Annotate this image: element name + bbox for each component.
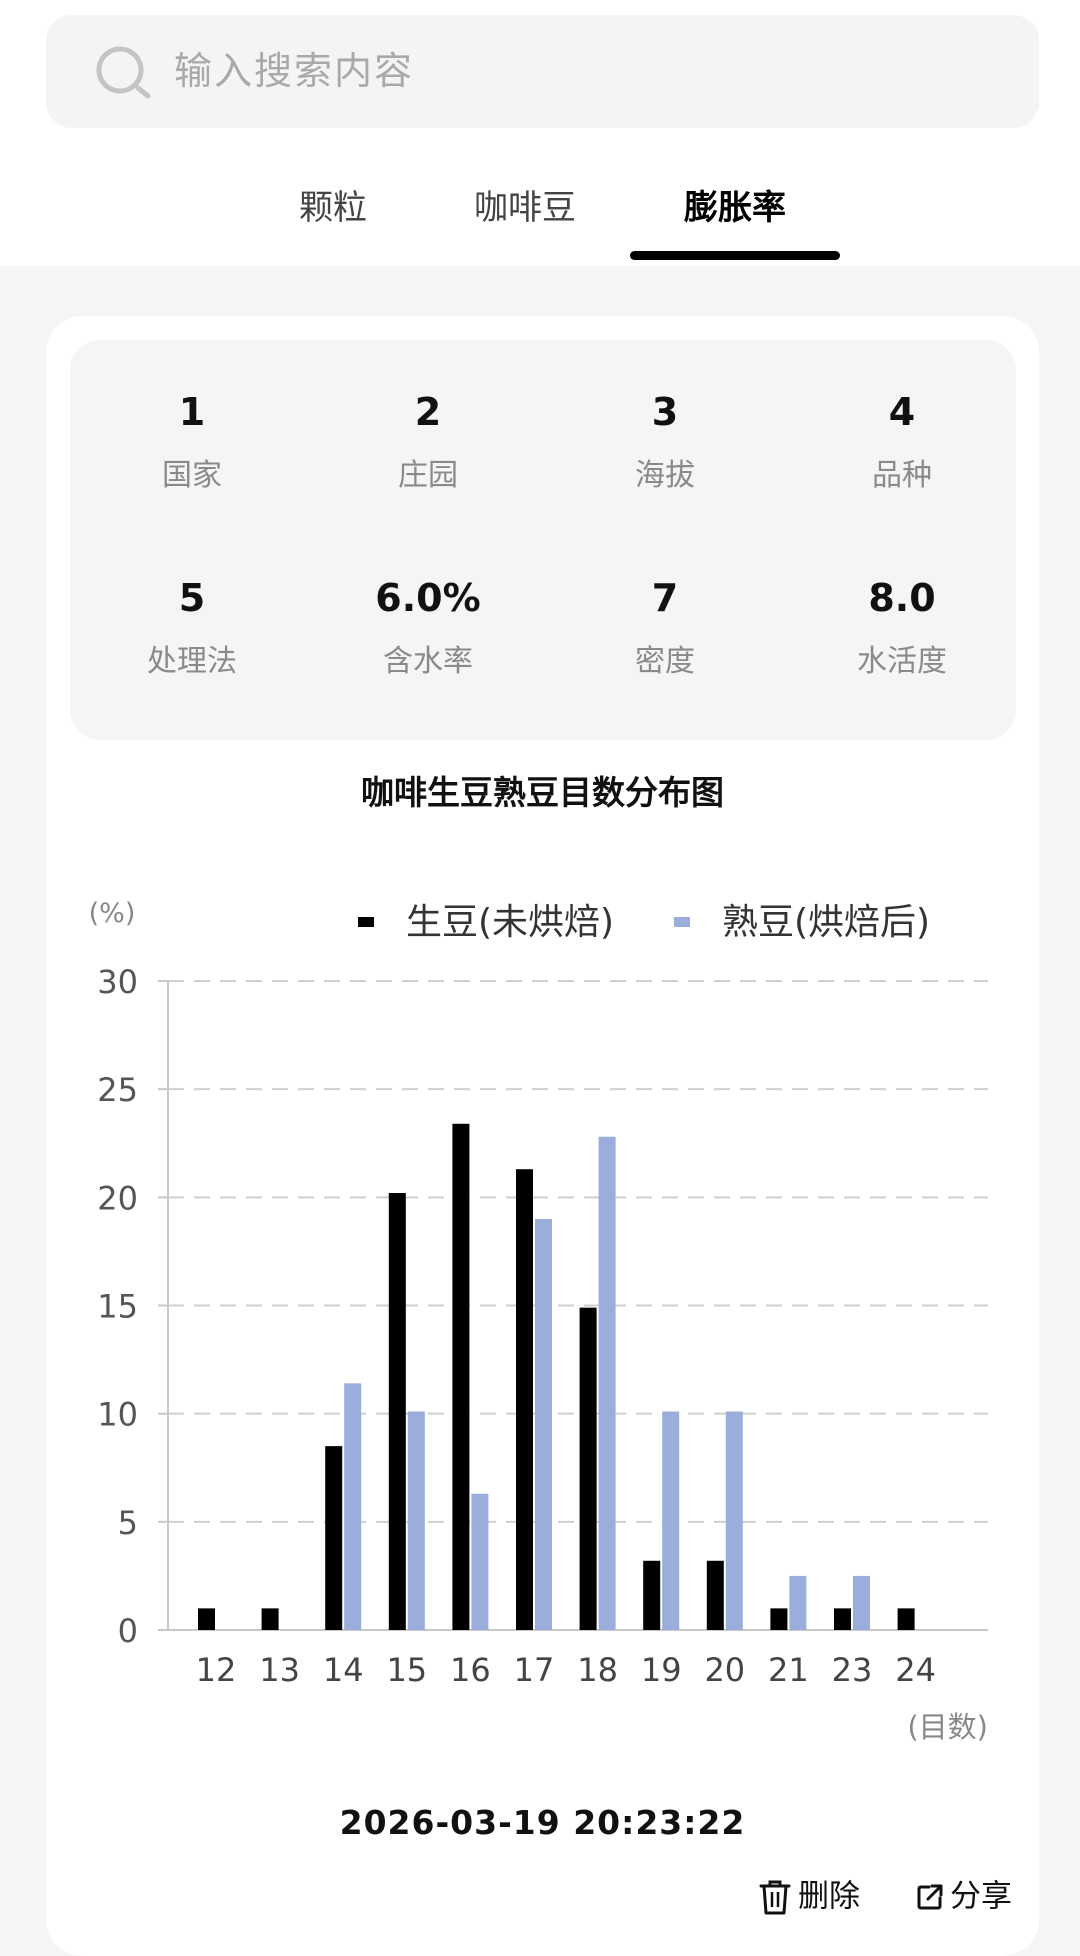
bar [535, 1218, 552, 1630]
bar [643, 1560, 661, 1630]
y-tick-label: 20 [97, 1179, 138, 1217]
x-tick-label: 15 [386, 1651, 427, 1689]
bar [579, 1307, 597, 1630]
bar [452, 1123, 470, 1630]
stat-label: 含水率 [383, 644, 473, 679]
search-bar[interactable]: 输入搜索内容 [46, 15, 1039, 128]
bar [897, 1608, 915, 1630]
y-tick-label: 10 [97, 1396, 138, 1434]
trash-icon [759, 1880, 791, 1914]
y-tick-label: 5 [118, 1504, 138, 1542]
legend-swatch [674, 917, 690, 927]
stat-value: 2 [414, 390, 442, 434]
x-tick-label: 20 [704, 1651, 745, 1689]
tab-expansion-rate[interactable]: 膨胀率 [665, 180, 805, 236]
stat-label: 处理法 [147, 644, 237, 679]
x-tick-label: 19 [641, 1651, 682, 1689]
stat-density: 7 密度 [547, 574, 783, 682]
stat-estate: 2 庄园 [310, 388, 546, 496]
x-tick-label: 14 [323, 1651, 364, 1689]
stat-value: 5 [178, 576, 206, 620]
legend-swatch [358, 917, 374, 927]
bar [471, 1493, 489, 1630]
y-tick-label: 25 [97, 1071, 138, 1109]
bar [834, 1608, 851, 1630]
x-tick-label: 13 [259, 1651, 300, 1689]
y-tick-label: 0 [118, 1612, 138, 1650]
y-tick-label: 30 [97, 963, 138, 1001]
share-button[interactable]: 分享 [916, 1870, 1012, 1920]
delete-button[interactable]: 删除 [758, 1870, 860, 1920]
x-tick-label: 17 [514, 1651, 555, 1689]
active-tab-indicator [630, 251, 840, 260]
stat-value: 7 [651, 576, 679, 620]
bar [725, 1411, 743, 1630]
stat-label: 庄园 [398, 458, 458, 493]
timestamp: 2026-03-19 20:23:22 [339, 1803, 746, 1842]
stat-value: 1 [178, 390, 206, 434]
stats-panel: 1 国家 2 庄园 3 海拔 4 品种 5 处理法 6.0% 含水率 7 密度 … [70, 340, 1016, 740]
x-tick-label: 23 [832, 1651, 873, 1689]
search-input[interactable]: 输入搜索内容 [174, 15, 414, 128]
stat-value: 3 [651, 390, 679, 434]
bar [516, 1169, 533, 1630]
y-tick-label: 15 [97, 1288, 138, 1326]
search-icon [96, 46, 151, 99]
y-axis-label: (%) [89, 898, 136, 929]
bar [198, 1608, 215, 1630]
x-tick-label: 12 [196, 1651, 237, 1689]
stat-label: 海拔 [635, 458, 695, 493]
share-label: 分享 [950, 1878, 1012, 1915]
bar [662, 1411, 680, 1630]
bar [407, 1411, 425, 1630]
share-icon [917, 1884, 943, 1909]
bar [344, 1383, 362, 1630]
stat-label: 国家 [162, 458, 222, 493]
delete-label: 删除 [798, 1878, 860, 1915]
stat-label: 品种 [872, 458, 932, 493]
stat-altitude: 3 海拔 [547, 388, 783, 496]
legend-label: 熟豆(烘焙后) [722, 902, 930, 943]
stat-label: 密度 [635, 644, 695, 679]
x-tick-label: 21 [768, 1651, 809, 1689]
x-tick-label: 18 [577, 1651, 618, 1689]
bar [789, 1575, 807, 1630]
stat-label: 水活度 [857, 644, 947, 679]
stat-value: 4 [888, 390, 916, 434]
stat-value: 6.0% [375, 576, 481, 620]
stat-process: 5 处理法 [74, 574, 310, 682]
bar [770, 1608, 788, 1630]
bar [598, 1136, 616, 1630]
bar [388, 1193, 406, 1630]
stat-variety: 4 品种 [784, 388, 1020, 496]
bar [325, 1446, 343, 1630]
chart-title: 咖啡生豆熟豆目数分布图 [361, 773, 724, 812]
stat-water-activity: 8.0 水活度 [784, 574, 1020, 682]
bar [853, 1575, 870, 1630]
bar [706, 1560, 724, 1630]
x-axis-label: (目数) [907, 1710, 988, 1744]
stat-country: 1 国家 [74, 388, 310, 496]
stat-value: 8.0 [868, 576, 936, 620]
top-header: 输入搜索内容 颗粒 咖啡豆 膨胀率 [0, 0, 1080, 266]
x-tick-label: 24 [895, 1651, 936, 1689]
legend-label: 生豆(未烘焙) [406, 902, 614, 943]
tab-particles[interactable]: 颗粒 [283, 180, 383, 236]
mesh-distribution-chart: 0 5 10 15 20 25 30 (%) (目数) 生豆(未烘焙) 熟豆(烘焙后) 12 13 14 1… [89, 898, 988, 1744]
tab-coffee-beans[interactable]: 咖啡豆 [460, 180, 590, 236]
bar [261, 1608, 279, 1630]
stat-moisture: 6.0% 含水率 [310, 574, 546, 682]
x-tick-label: 16 [450, 1651, 491, 1689]
